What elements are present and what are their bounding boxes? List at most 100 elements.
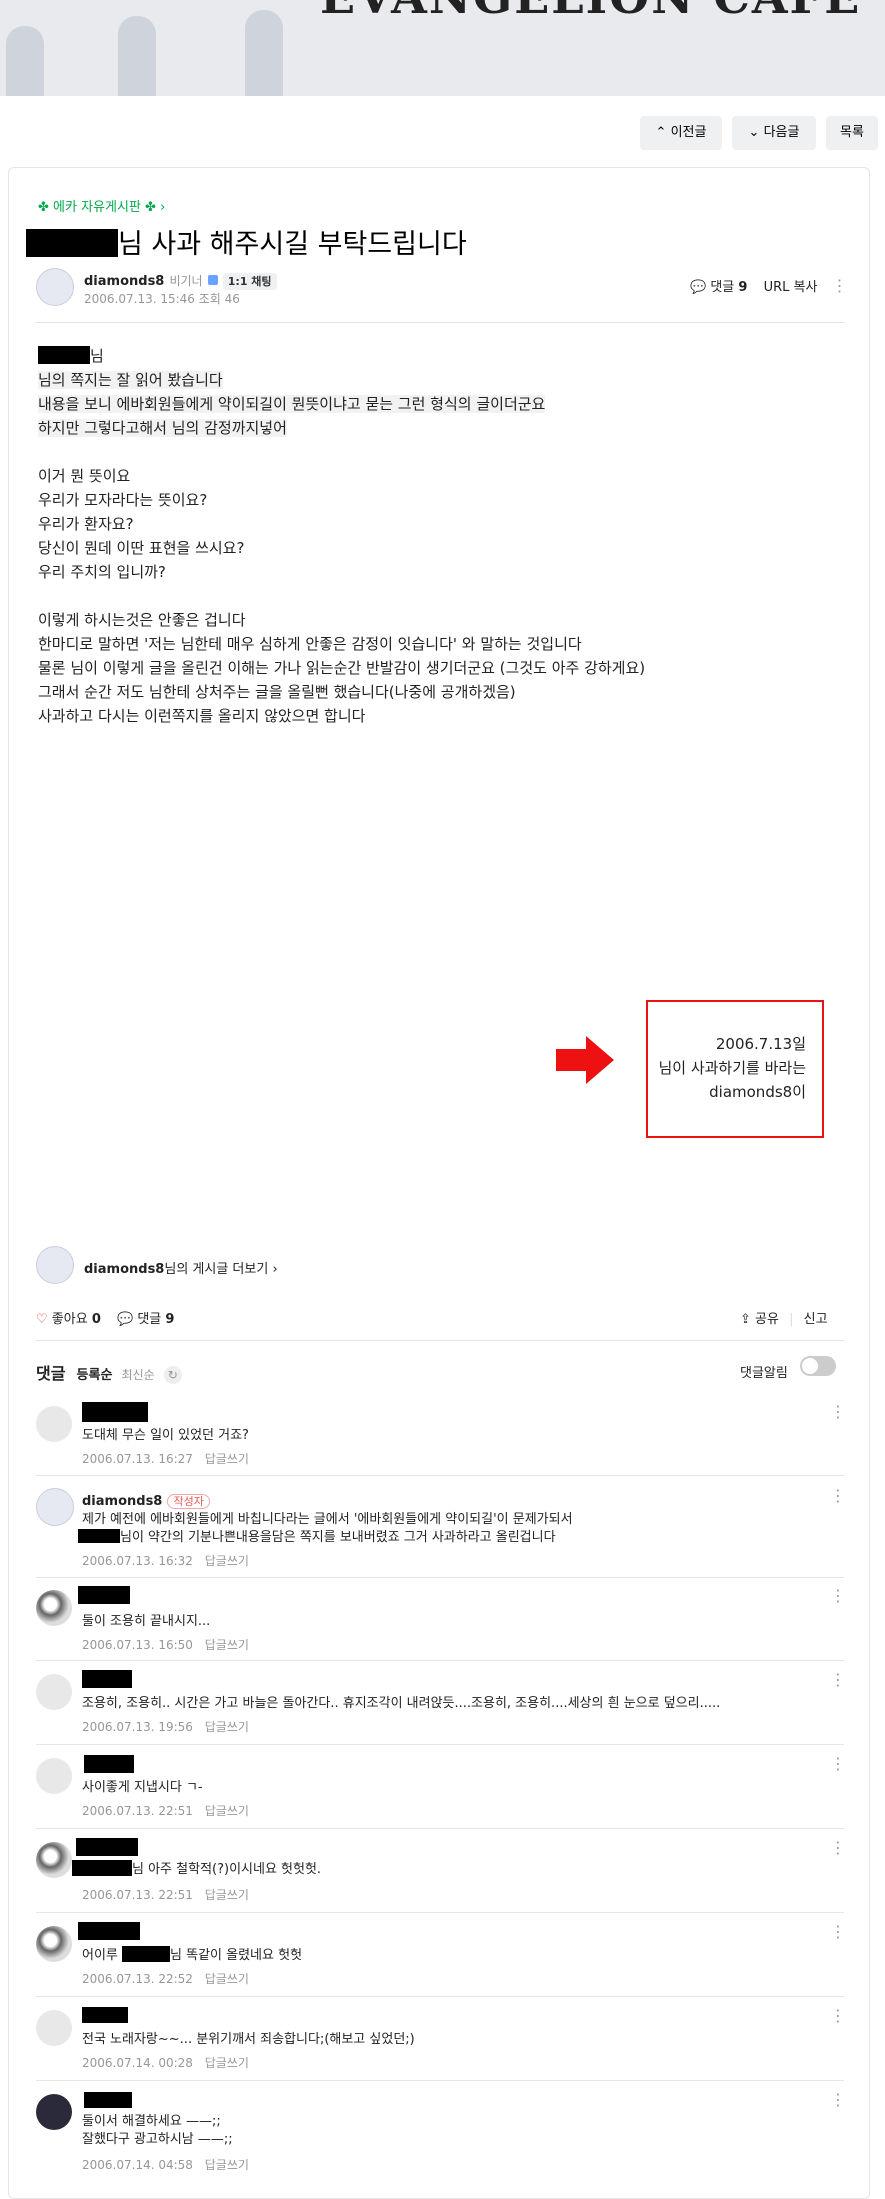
divider (36, 322, 844, 323)
comment-text: 어이루 님 똑같이 올렸네요 헛헛 (82, 1946, 303, 1963)
comment-button[interactable]: 💬 댓글 9 (117, 1312, 174, 1327)
more-options-icon[interactable]: ⋮ (830, 1922, 846, 1941)
comment-icon: 💬 (117, 1312, 134, 1327)
redacted-name (82, 1670, 132, 1688)
reply-button[interactable]: 답글쓰기 (205, 1720, 249, 1734)
chat-button[interactable]: 1:1 채팅 (222, 273, 277, 290)
divider (36, 1577, 844, 1578)
more-options-icon[interactable]: ⋮ (830, 2090, 846, 2109)
comment-meta: 2006.07.14. 00:28 답글쓰기 (82, 2056, 249, 2070)
body-line: 당신이 뭔데 이딴 표현을 쓰시요? (38, 539, 245, 557)
comment-meta: 2006.07.14. 04:58 답글쓰기 (82, 2158, 249, 2172)
divider (36, 1660, 844, 1661)
redacted-name (78, 1586, 130, 1604)
prev-post-button[interactable]: ⌃ 이전글 (640, 116, 722, 150)
avatar[interactable] (36, 1488, 74, 1526)
board-link[interactable]: ✤ 에카 자유게시판 ✤ › (38, 196, 165, 215)
comment-text: 제가 예전에 에바회원들에게 바칩니다라는 글에서 '에바회원들에게 약이되길'… (82, 1512, 573, 1527)
more-posts-link[interactable]: diamonds8님의 게시글 더보기 › (84, 1258, 278, 1277)
reply-button[interactable]: 답글쓰기 (205, 1888, 249, 1902)
comment-meta: 2006.07.13. 16:32 답글쓰기 (82, 1554, 249, 1568)
more-options-icon[interactable]: ⋮ (830, 2006, 846, 2025)
divider (36, 1340, 844, 1341)
reply-button[interactable]: 답글쓰기 (205, 2158, 249, 2172)
clover-icon: ✤ (38, 200, 49, 215)
body-line: 내용을 보니 에바회원들에게 약이되길이 뭔뜻이냐고 묻는 그런 형식의 글이더… (38, 395, 546, 413)
redacted-name (84, 2092, 132, 2108)
body-line: 한마디로 말하면 '저는 님한테 매우 심하게 안좋은 감정이 잇습니다' 와 … (38, 635, 582, 653)
redacted-name (38, 346, 90, 364)
report-button[interactable]: 신고 (804, 1312, 828, 1327)
redacted-name (82, 2007, 128, 2023)
like-button[interactable]: ♡ 좋아요 0 (36, 1312, 101, 1327)
comments-header: 댓글 등록순 최신순 ↻ (36, 1360, 182, 1384)
more-options-icon[interactable]: ⋮ (830, 1586, 846, 1605)
author-rank: 비기너 (169, 274, 203, 288)
avatar[interactable] (36, 1406, 72, 1442)
banner-title: EVANGELION CAFE (320, 0, 861, 24)
comment-count-link[interactable]: 댓글 9 (710, 280, 747, 295)
body-line: 하지만 그렇다고해서 님의 감정까지넣어 (38, 419, 287, 437)
comment-text: 전국 노래자랑~~... 분위기깨서 죄송합니다;(해보고 싶었던;) (82, 2032, 415, 2047)
reply-button[interactable]: 답글쓰기 (205, 1972, 249, 1986)
url-copy-button[interactable]: URL 복사 (764, 280, 818, 295)
redacted-name (78, 1922, 140, 1940)
share-report: ⇪ 공유 | 신고 (740, 1312, 828, 1327)
comment-author-line: diamonds8 작성자 (82, 1490, 210, 1509)
more-options-icon[interactable]: ⋮ (830, 1486, 846, 1505)
chevron-up-icon: ⌃ (655, 125, 667, 140)
refresh-icon[interactable]: ↻ (163, 1366, 182, 1384)
author-line: diamonds8 비기너 1:1 채팅 (84, 270, 277, 290)
comment-author[interactable]: diamonds8 (82, 1494, 162, 1509)
body-line: 사과하고 다시는 이런쪽지를 올리지 않았으면 합니다 (38, 707, 366, 725)
red-arrow-icon (556, 1036, 614, 1084)
next-post-button[interactable]: ⌄ 다음글 (732, 116, 816, 150)
avatar[interactable] (36, 1246, 74, 1284)
comment-meta: 2006.07.13. 16:27 답글쓰기 (82, 1452, 249, 1466)
post-actions: 💬 댓글 9 URL 복사 ⋮ (690, 276, 848, 295)
divider (36, 1912, 844, 1913)
more-options-icon[interactable]: ⋮ (832, 276, 848, 295)
post-meta: 2006.07.13. 15:46 조회 46 (84, 290, 240, 307)
reply-button[interactable]: 답글쓰기 (205, 2056, 249, 2070)
more-options-icon[interactable]: ⋮ (830, 1754, 846, 1773)
body-line: 물론 님이 이렇게 글을 올린건 이해는 가나 읽는순간 반발감이 생기더군요 … (38, 659, 646, 677)
avatar[interactable] (36, 1674, 72, 1710)
more-options-icon[interactable]: ⋮ (830, 1838, 846, 1857)
divider (36, 1996, 844, 1997)
avatar[interactable] (36, 1926, 72, 1962)
avatar[interactable] (36, 2010, 72, 2046)
comment-meta: 2006.07.13. 22:52 답글쓰기 (82, 1972, 249, 1986)
divider (36, 2080, 844, 2081)
sort-newest[interactable]: 최신순 (122, 1368, 155, 1382)
redacted-name (82, 1402, 148, 1422)
more-options-icon[interactable]: ⋮ (830, 1402, 846, 1421)
list-button[interactable]: 목록 (826, 116, 878, 150)
reply-button[interactable]: 답글쓰기 (205, 1638, 249, 1652)
comment-alarm-toggle[interactable] (800, 1356, 836, 1376)
clover-icon: ✤ (145, 200, 156, 215)
author-name[interactable]: diamonds8 (84, 274, 164, 289)
comment-text: 도대체 무슨 일이 있었던 거죠? (82, 1428, 249, 1443)
reply-button[interactable]: 답글쓰기 (205, 1554, 249, 1568)
avatar[interactable] (36, 1758, 72, 1794)
share-button[interactable]: ⇪ 공유 (740, 1312, 779, 1327)
avatar[interactable] (36, 1590, 72, 1626)
cafe-banner: EVANGELION CAFE (0, 0, 885, 96)
chevron-right-icon: › (272, 1262, 278, 1277)
more-options-icon[interactable]: ⋮ (830, 1670, 846, 1689)
avatar[interactable] (36, 1842, 72, 1878)
comment-meta: 2006.07.13. 22:51 답글쓰기 (82, 1888, 249, 1902)
redacted-name (76, 1838, 138, 1856)
reply-button[interactable]: 답글쓰기 (205, 1452, 249, 1466)
sort-registered[interactable]: 등록순 (77, 1368, 113, 1383)
avatar[interactable] (36, 268, 74, 306)
redacted-name (122, 1946, 171, 1962)
body-line: 님 (38, 344, 645, 368)
reply-button[interactable]: 답글쓰기 (205, 1804, 249, 1818)
comment-meta: 2006.07.13. 16:50 답글쓰기 (82, 1638, 249, 1652)
avatar[interactable] (36, 2094, 72, 2130)
body-line: 이렇게 하시는것은 안좋은 겁니다 (38, 611, 246, 629)
comment-text: 둘이 조용히 끝내시지... (82, 1614, 211, 1629)
comment-meta: 2006.07.13. 19:56 답글쓰기 (82, 1720, 249, 1734)
